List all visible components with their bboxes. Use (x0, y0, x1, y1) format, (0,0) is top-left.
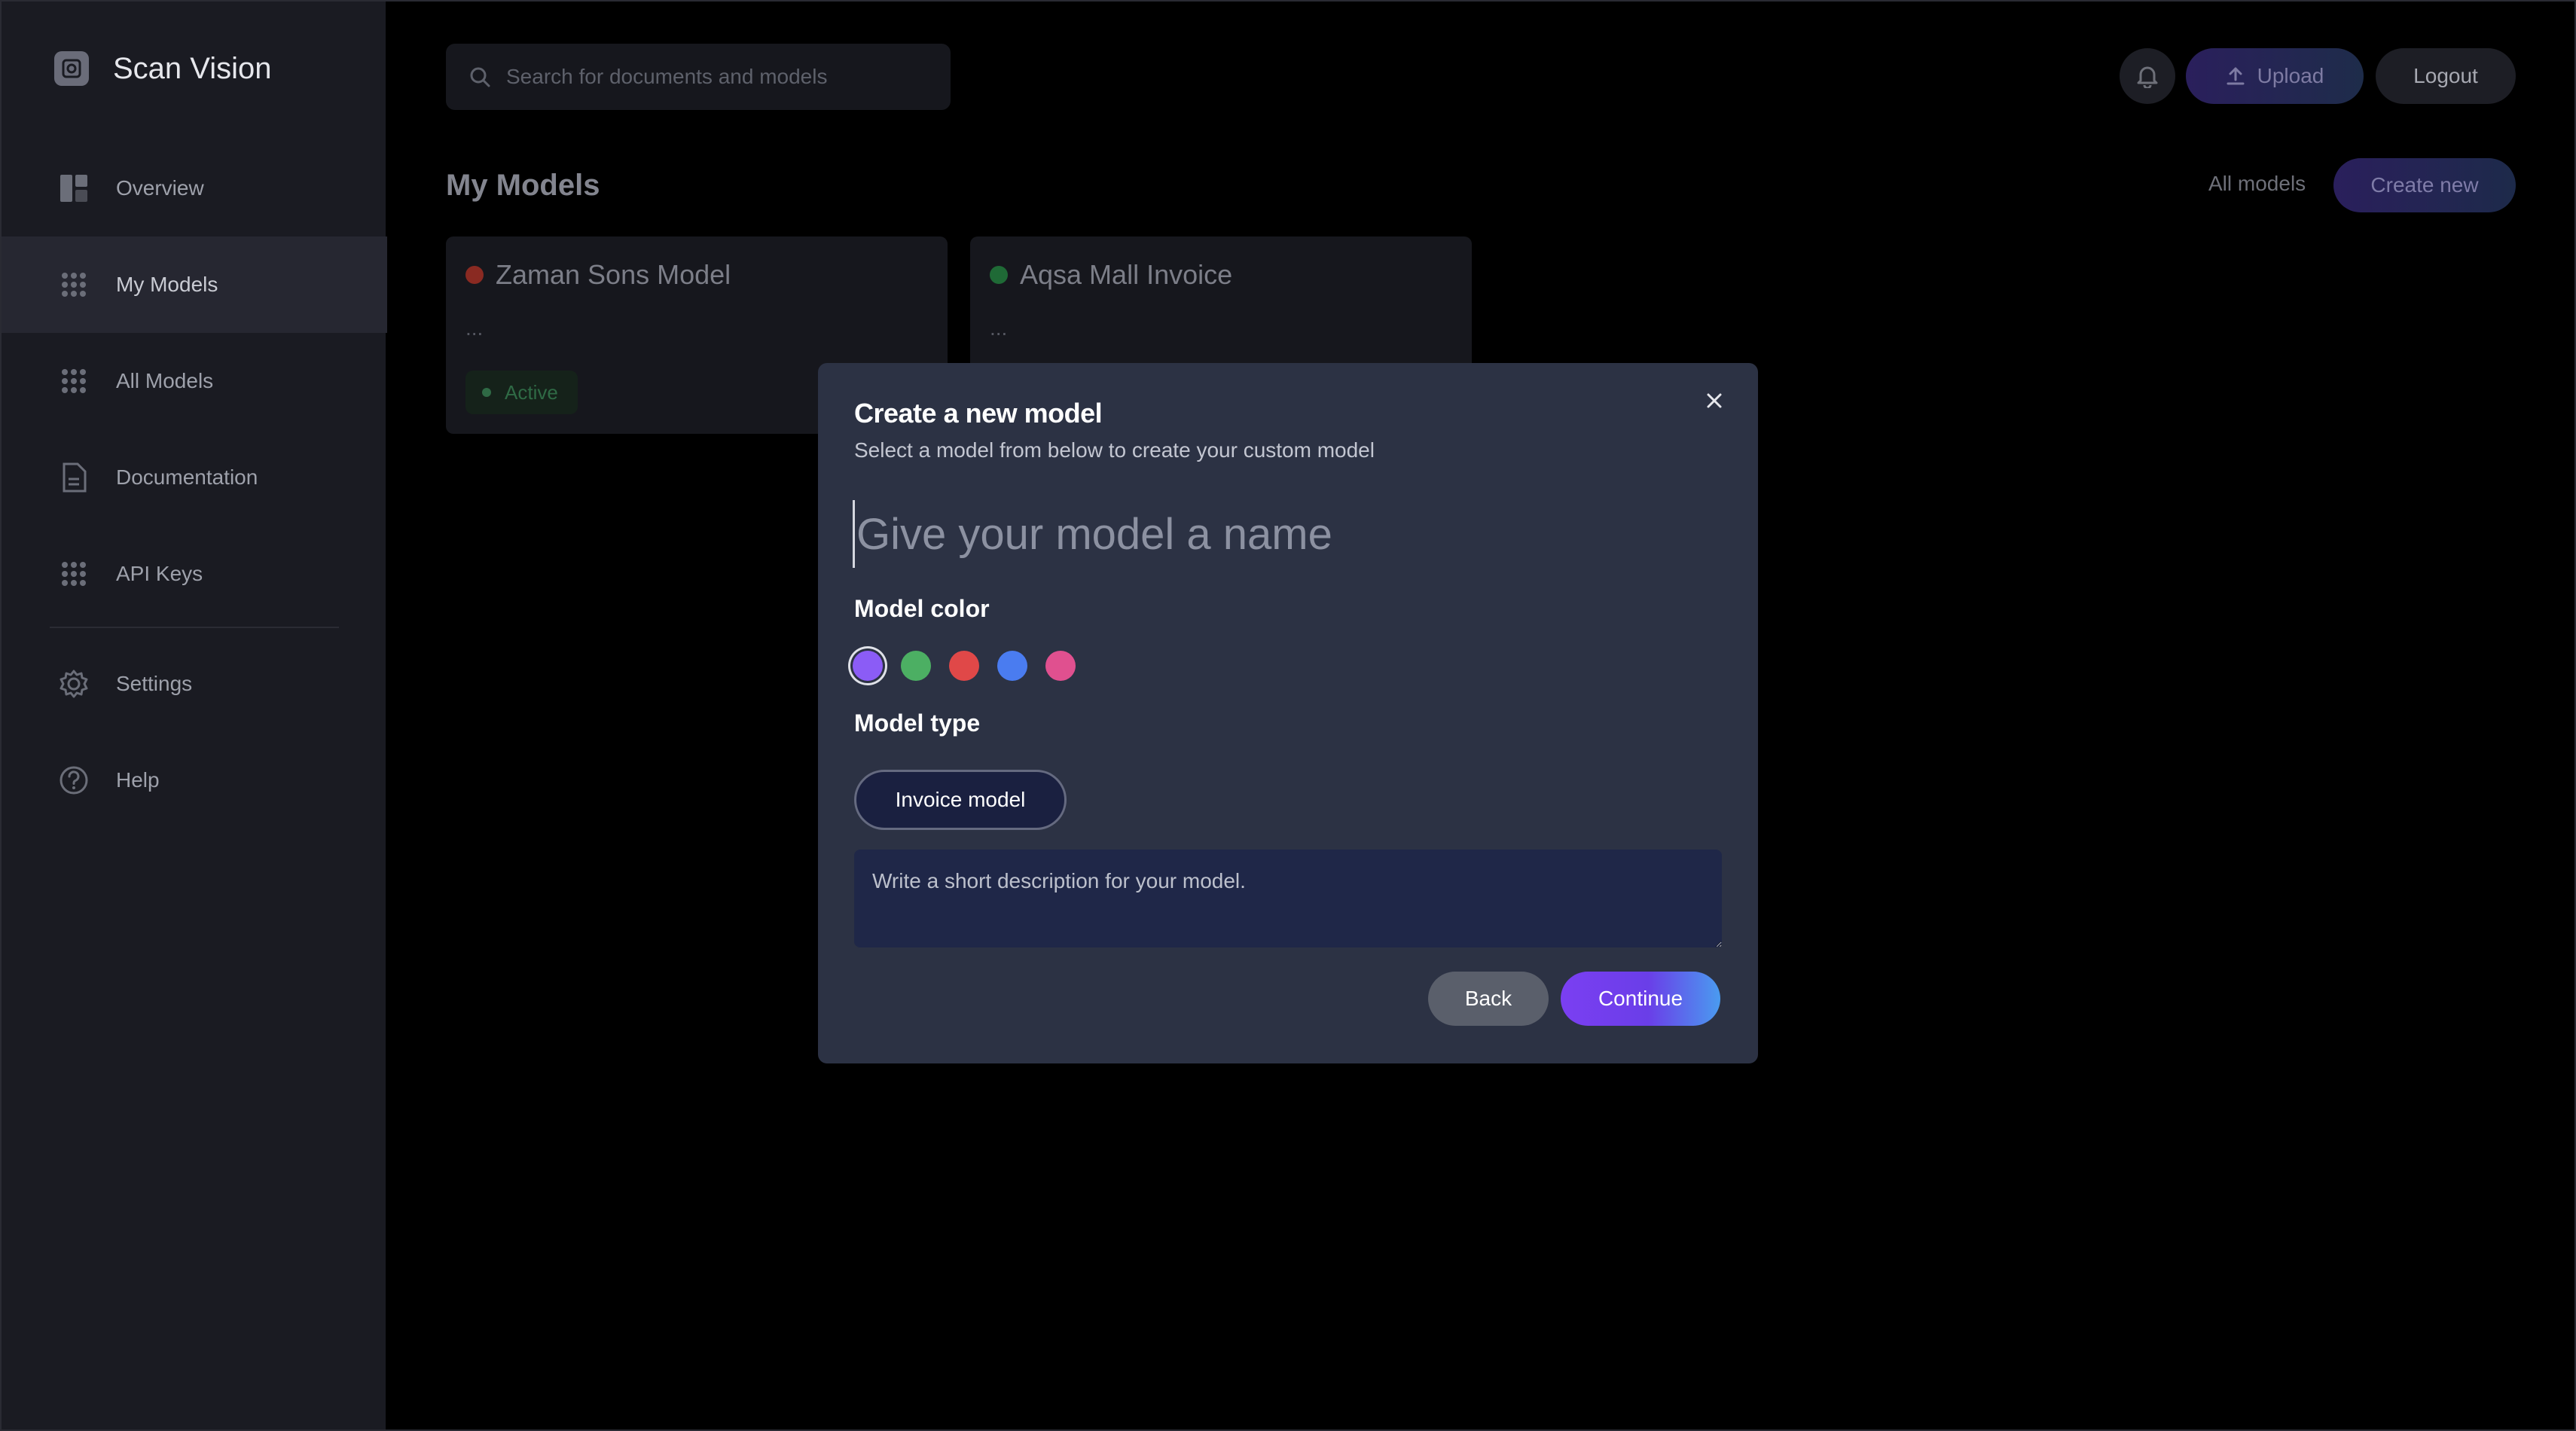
color-picker (853, 651, 1094, 681)
status-badge-label: Active (505, 380, 558, 404)
brand[interactable]: Scan Vision (54, 51, 272, 86)
app-name: Scan Vision (113, 51, 272, 85)
status-dot (465, 266, 484, 284)
description-field[interactable] (854, 850, 1722, 947)
continue-button[interactable]: Continue (1561, 972, 1720, 1026)
sidebar-item-my-models[interactable]: My Models (2, 236, 387, 333)
layout-icon (59, 173, 89, 203)
upload-button[interactable]: Upload (2186, 48, 2364, 104)
sidebar-item-all-models[interactable]: All Models (2, 333, 387, 429)
model-card-description: ... (990, 316, 1008, 340)
search-placeholder: Search for documents and models (506, 65, 828, 88)
search-icon (469, 66, 491, 88)
sidebar-item-help[interactable]: Help (2, 732, 387, 828)
sidebar-item-label: API Keys (116, 562, 203, 585)
gear-icon (59, 669, 89, 699)
document-icon (59, 462, 89, 493)
upload-icon (2226, 66, 2245, 86)
help-icon (59, 765, 89, 795)
status-dot (990, 266, 1008, 284)
scan-vision-logo-icon (54, 51, 89, 86)
model-card-description: ... (465, 316, 484, 340)
sidebar: Scan Vision Overview My Models All Model… (0, 0, 387, 1431)
sidebar-item-label: Help (116, 768, 160, 792)
color-swatch-pink[interactable] (1045, 651, 1076, 681)
sidebar-item-settings[interactable]: Settings (2, 636, 387, 732)
color-swatch-red[interactable] (949, 651, 979, 681)
back-button[interactable]: Back (1428, 972, 1549, 1026)
dialog-subtitle: Select a model from below to create your… (854, 438, 1375, 462)
bell-icon (2136, 64, 2159, 88)
sidebar-divider (50, 627, 339, 628)
sidebar-item-label: Overview (116, 176, 204, 200)
search-input[interactable]: Search for documents and models (446, 44, 951, 110)
status-badge: Active (465, 371, 578, 414)
grid-icon (59, 270, 89, 300)
sidebar-item-label: All Models (116, 369, 214, 392)
all-models-link[interactable]: All models (2208, 172, 2306, 196)
dialog-title: Create a new model (854, 398, 1103, 429)
sidebar-item-label: Documentation (116, 465, 258, 489)
sidebar-item-api-keys[interactable]: API Keys (2, 526, 387, 622)
color-swatch-blue[interactable] (997, 651, 1027, 681)
model-card-title: Aqsa Mall Invoice (1020, 259, 1233, 290)
model-name-input[interactable] (853, 500, 1681, 568)
notifications-button[interactable] (2120, 48, 2175, 104)
create-model-dialog: Create a new model Select a model from b… (818, 363, 1758, 1063)
model-card-title: Zaman Sons Model (496, 259, 731, 290)
close-icon (1706, 392, 1723, 409)
grid-icon (59, 366, 89, 396)
invoice-model-option[interactable]: Invoice model (854, 770, 1067, 830)
grid-icon (59, 559, 89, 589)
model-type-label: Model type (854, 709, 981, 737)
sidebar-item-overview[interactable]: Overview (2, 140, 387, 236)
color-swatch-purple[interactable] (853, 651, 883, 681)
color-swatch-green[interactable] (901, 651, 931, 681)
upload-label: Upload (2257, 64, 2324, 87)
create-new-button[interactable]: Create new (2333, 158, 2516, 212)
close-button[interactable] (1699, 386, 1729, 416)
sidebar-item-label: Settings (116, 672, 193, 695)
logout-button[interactable]: Logout (2376, 48, 2516, 104)
page-title: My Models (446, 169, 600, 202)
model-color-label: Model color (854, 595, 990, 622)
sidebar-item-documentation[interactable]: Documentation (2, 429, 387, 526)
sidebar-item-label: My Models (116, 273, 218, 296)
